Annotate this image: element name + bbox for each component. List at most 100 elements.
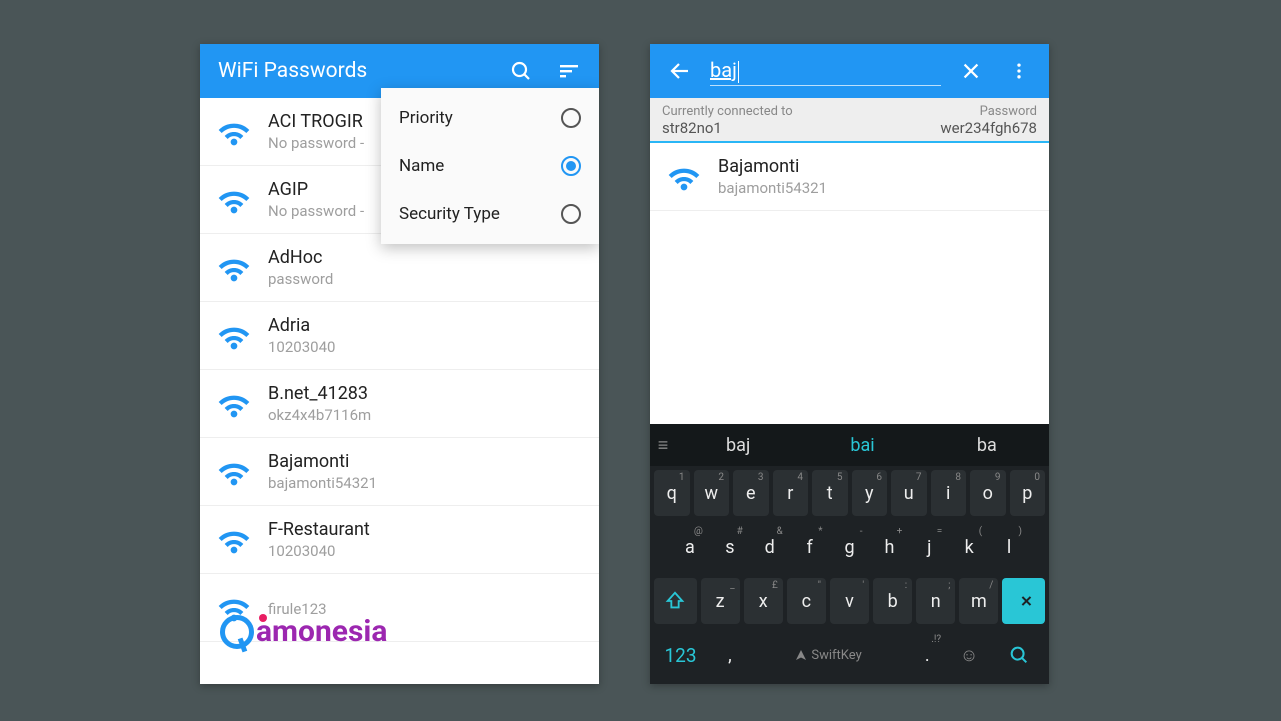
space-key[interactable]: SwiftKey (753, 632, 904, 678)
key-x[interactable]: x£ (744, 578, 783, 624)
key-o[interactable]: o9 (970, 470, 1006, 516)
sort-icon[interactable] (551, 53, 587, 89)
wifi-row-text: ACI TROGIRNo password - (268, 111, 364, 152)
wifi-sub: No password - (268, 202, 364, 220)
key-k[interactable]: k( (951, 524, 987, 570)
key-i[interactable]: i8 (931, 470, 967, 516)
suggestion-menu-icon[interactable]: ≡ (650, 435, 676, 456)
watermark-logo: amonesia (220, 614, 387, 649)
wifi-row[interactable]: AdHoc password (200, 234, 599, 302)
overflow-icon[interactable] (1001, 53, 1037, 89)
sort-option[interactable]: Security Type (381, 190, 599, 238)
result-text: Bajamonti bajamonti54321 (718, 156, 827, 197)
wifi-name: Adria (268, 315, 335, 336)
appbar-search: baj (650, 44, 1049, 98)
key-y[interactable]: y6 (852, 470, 888, 516)
wifi-sub: 10203040 (268, 338, 335, 356)
keyboard-row-1: q1w2e3r4t5y6u7i8o9p0 (650, 466, 1049, 520)
emoji-key[interactable]: ☺ (950, 632, 988, 678)
radio-icon (561, 156, 581, 176)
wifi-sub: bajamonti54321 (268, 474, 377, 492)
wifi-row-text: AGIP No password - (268, 179, 364, 220)
wifi-sub: okz4x4b7116m (268, 406, 371, 424)
key-d[interactable]: d& (752, 524, 788, 570)
search-key[interactable] (992, 632, 1045, 678)
key-p[interactable]: p0 (1010, 470, 1046, 516)
suggestion-1[interactable]: baj (676, 435, 800, 456)
phone-screenshot-search: baj Currently connected to str82no1 Pass… (650, 44, 1049, 684)
key-f[interactable]: f* (792, 524, 828, 570)
radio-icon (561, 108, 581, 128)
suggestion-bar: ≡ baj bai ba (650, 424, 1049, 466)
numeric-key[interactable]: 123 (654, 632, 707, 678)
key-t[interactable]: t5 (812, 470, 848, 516)
result-sub: bajamonti54321 (718, 179, 827, 197)
wifi-icon (214, 180, 254, 220)
backspace-key[interactable] (1002, 578, 1045, 624)
search-input[interactable]: baj (710, 56, 941, 86)
clear-icon[interactable] (953, 53, 989, 89)
sort-option-label: Security Type (399, 204, 500, 224)
result-name: Bajamonti (718, 156, 827, 177)
key-l[interactable]: l) (991, 524, 1027, 570)
search-result-row[interactable]: Bajamonti bajamonti54321 (650, 143, 1049, 211)
wifi-name: AGIP (268, 179, 364, 200)
sort-option-label: Name (399, 156, 444, 176)
key-w[interactable]: w2 (694, 470, 730, 516)
sort-option-label: Priority (399, 108, 453, 128)
wifi-row-text: Bajamontibajamonti54321 (268, 451, 377, 492)
key-c[interactable]: c" (787, 578, 826, 624)
key-n[interactable]: n; (916, 578, 955, 624)
wifi-name: AdHoc (268, 247, 333, 268)
search-query-text: baj (710, 58, 737, 82)
period-key[interactable]: ..!? (908, 632, 946, 678)
wifi-row-text: Adria 10203040 (268, 315, 335, 356)
watermark-text: amonesia (256, 614, 387, 649)
key-u[interactable]: u7 (891, 470, 927, 516)
suggestion-2[interactable]: bai (800, 435, 924, 456)
sort-option[interactable]: Priority (381, 94, 599, 142)
wifi-sub: 10203040 (268, 542, 370, 560)
wifi-row[interactable]: Bajamontibajamonti54321 (200, 438, 599, 506)
wifi-name: B.net_41283 (268, 383, 371, 404)
wifi-row[interactable]: Adria 10203040 (200, 302, 599, 370)
wifi-name: F-Restaurant (268, 519, 370, 540)
wifi-row[interactable]: B.net_41283 okz4x4b7116m (200, 370, 599, 438)
key-r[interactable]: r4 (773, 470, 809, 516)
wifi-icon (664, 157, 704, 197)
connected-password: wer234fgh678 (940, 119, 1037, 137)
connected-ssid: str82no1 (662, 119, 793, 137)
phone-screenshot-list: WiFi Passwords ACI TROGIRNo password - A… (200, 44, 599, 684)
key-q[interactable]: q1 (654, 470, 690, 516)
keyboard-row-3-letters: z_x£c"v'b:n;m/ (701, 578, 999, 624)
wifi-icon (214, 520, 254, 560)
watermark-q-icon (220, 615, 254, 649)
key-s[interactable]: s# (712, 524, 748, 570)
key-a[interactable]: a@ (672, 524, 708, 570)
key-b[interactable]: b: (873, 578, 912, 624)
shift-key[interactable] (654, 578, 697, 624)
wifi-icon (214, 316, 254, 356)
key-h[interactable]: h+ (871, 524, 907, 570)
wifi-sub: No password - (268, 134, 364, 152)
key-e[interactable]: e3 (733, 470, 769, 516)
key-m[interactable]: m/ (959, 578, 998, 624)
password-label: Password (940, 104, 1037, 119)
connected-pass-col: Password wer234fgh678 (940, 104, 1037, 137)
wifi-sub: password (268, 270, 333, 288)
sort-option[interactable]: Name (381, 142, 599, 190)
search-icon[interactable] (503, 53, 539, 89)
key-j[interactable]: j= (911, 524, 947, 570)
key-g[interactable]: g- (832, 524, 868, 570)
connected-ssid-col: Currently connected to str82no1 (662, 104, 793, 137)
suggestion-3[interactable]: ba (925, 435, 1049, 456)
app-title: WiFi Passwords (212, 59, 491, 83)
key-z[interactable]: z_ (701, 578, 740, 624)
key-v[interactable]: v' (830, 578, 869, 624)
comma-key[interactable]: , (711, 632, 749, 678)
wifi-row-text: F-Restaurant 10203040 (268, 519, 370, 560)
wifi-row[interactable]: F-Restaurant 10203040 (200, 506, 599, 574)
back-icon[interactable] (662, 53, 698, 89)
wifi-icon (214, 452, 254, 492)
keyboard-row-3: z_x£c"v'b:n;m/ (650, 574, 1049, 628)
